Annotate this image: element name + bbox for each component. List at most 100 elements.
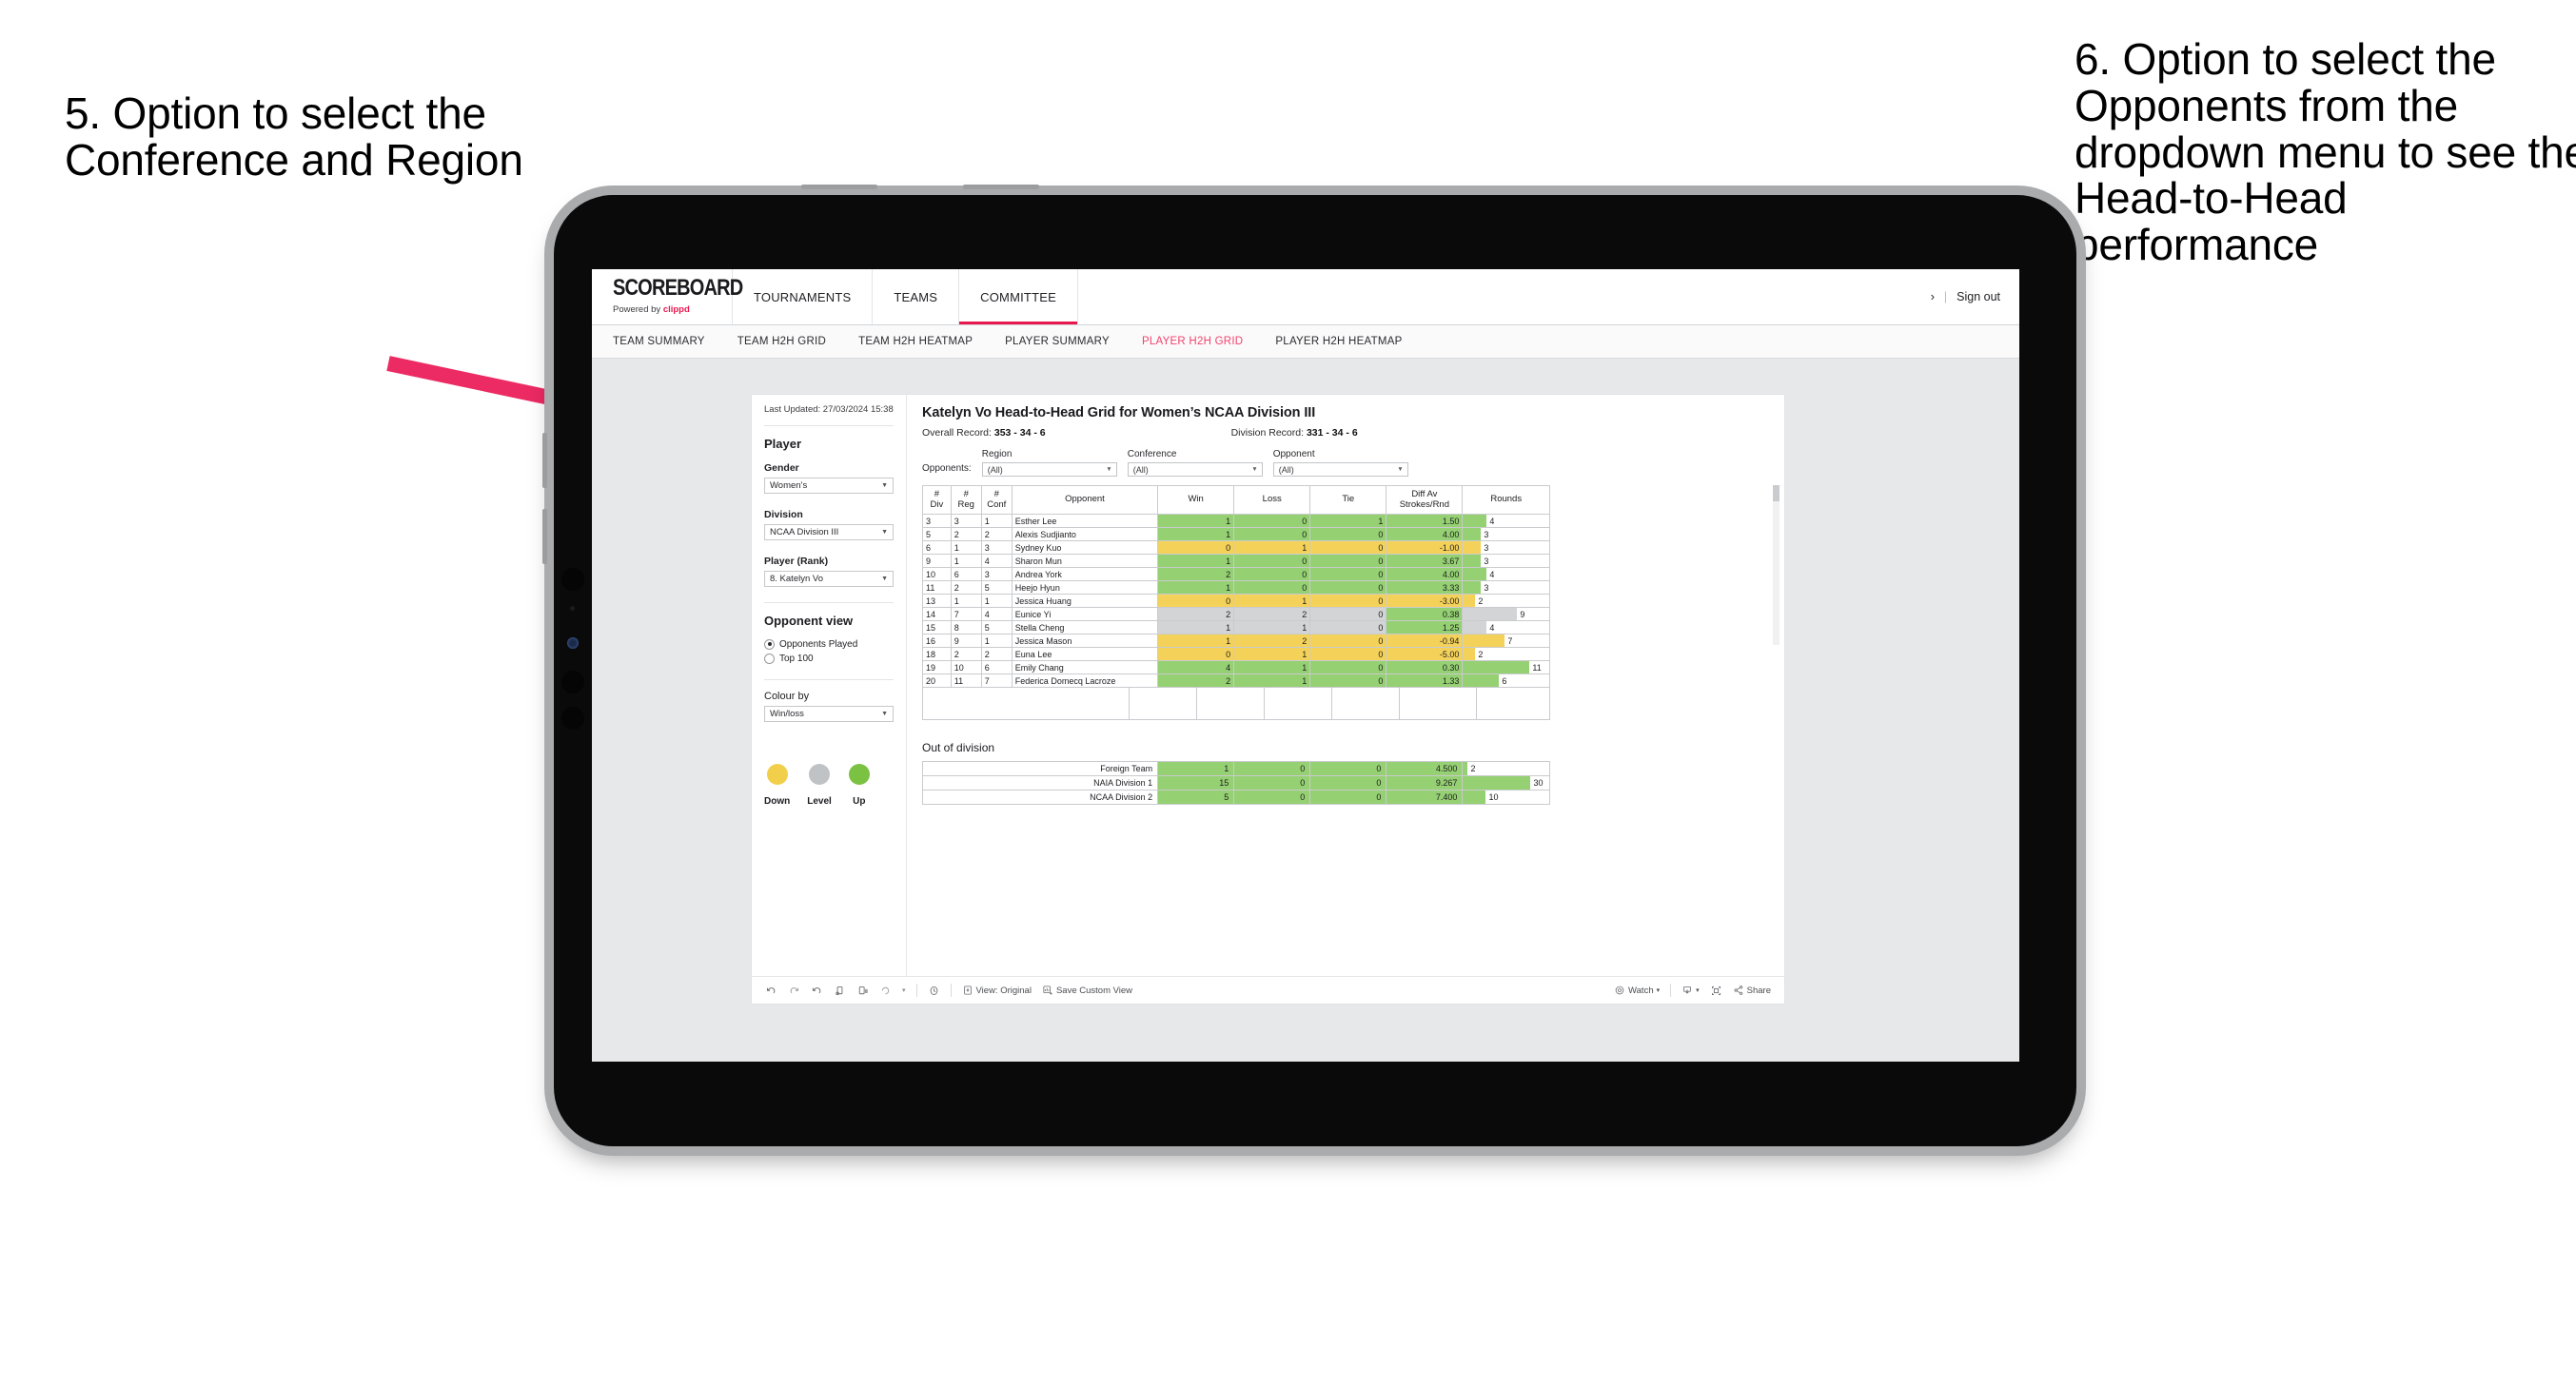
conference-dropdown[interactable]: (All) ▼: [1127, 462, 1263, 477]
table-row[interactable]: 10 6 3 Andrea York 2 0 0 4.00 4: [922, 567, 1550, 581]
history-icon[interactable]: [928, 985, 940, 997]
cell-loss: 0: [1233, 514, 1311, 528]
tab-player-h2h-heatmap[interactable]: PLAYER H2H HEATMAP: [1275, 336, 1402, 347]
ood-cell-tie: 0: [1309, 761, 1387, 776]
radio-opponents-played[interactable]: Opponents Played: [764, 638, 894, 650]
radio-opponents-played-label: Opponents Played: [779, 638, 858, 650]
grid-scrollbar-thumb[interactable]: [1773, 485, 1780, 501]
legend-label-level: Level: [807, 795, 832, 807]
cell-loss: 0: [1233, 580, 1311, 595]
chevron-down-icon: ▼: [1251, 466, 1258, 473]
grid-empty-cell: [974, 688, 1001, 719]
chevron-right-icon[interactable]: ›: [1931, 290, 1935, 303]
radio-top-100[interactable]: Top 100: [764, 653, 894, 664]
col-reg[interactable]: # Reg: [950, 485, 982, 515]
out-of-division-row[interactable]: Foreign Team 1 0 0 4.500 2: [921, 761, 1550, 776]
rounds-value: 11: [1532, 662, 1542, 673]
undo-icon[interactable]: [765, 985, 777, 997]
cell-reg: 8: [950, 620, 982, 634]
table-row[interactable]: 16 9 1 Jessica Mason 1 2 0 -0.94 7: [922, 634, 1550, 648]
tab-team-h2h-grid[interactable]: TEAM H2H GRID: [737, 336, 826, 347]
col-div[interactable]: # Div: [922, 485, 952, 515]
cell-opponent: Andrea York: [1011, 567, 1159, 581]
cell-rounds: 4: [1462, 514, 1550, 528]
tab-player-summary[interactable]: PLAYER SUMMARY: [1005, 336, 1110, 347]
division-select[interactable]: NCAA Division III ▼: [764, 523, 894, 540]
radio-off-icon: [764, 653, 775, 664]
cell-diff: 4.00: [1386, 567, 1464, 581]
nav-committee[interactable]: COMMITTEE: [959, 269, 1078, 324]
col-win[interactable]: Win: [1157, 485, 1235, 515]
cell-reg: 1: [950, 594, 982, 608]
table-row[interactable]: 3 3 1 Esther Lee 1 0 1 1.50 4: [922, 514, 1550, 528]
col-rounds[interactable]: Rounds: [1462, 485, 1550, 515]
player-rank-select[interactable]: 8. Katelyn Vo ▼: [764, 570, 894, 587]
table-row[interactable]: 14 7 4 Eunice Yi 2 2 0 0.38 9: [922, 607, 1550, 621]
download-button[interactable]: ▾: [1681, 985, 1700, 996]
pause-auto-update-icon[interactable]: [856, 985, 869, 997]
rounds-bar: [1463, 541, 1482, 554]
table-row[interactable]: 15 8 5 Stella Cheng 1 1 0 1.25 4: [922, 620, 1550, 634]
region-label: Region: [981, 449, 1013, 459]
cell-opponent: Jessica Mason: [1011, 634, 1159, 648]
colour-by-select[interactable]: Win/loss ▼: [764, 705, 894, 722]
rounds-value: 7: [1507, 635, 1513, 646]
tablet-volume-up-button[interactable]: [542, 433, 547, 488]
col-diff-av[interactable]: Diff Av Strokes/Rnd: [1386, 485, 1464, 515]
redo-icon[interactable]: [788, 985, 800, 997]
refresh-data-icon[interactable]: [834, 985, 846, 997]
pause-icon[interactable]: [879, 985, 892, 997]
tab-player-h2h-grid[interactable]: PLAYER H2H GRID: [1142, 336, 1243, 347]
tablet-volume-down-button[interactable]: [542, 509, 547, 564]
annotation-5-text: 5. Option to select the Conference and R…: [65, 88, 523, 185]
grid-scrollbar-track[interactable]: [1773, 485, 1780, 645]
col-loss[interactable]: Loss: [1233, 485, 1311, 515]
colour-by-value: Win/loss: [770, 708, 804, 719]
sign-out-link[interactable]: Sign out: [1957, 290, 2000, 303]
chevron-down-icon: ▼: [881, 575, 888, 582]
table-row[interactable]: 6 1 3 Sydney Kuo 0 1 0 -1.00 3: [922, 540, 1550, 555]
nav-tournaments[interactable]: TOURNAMENTS: [733, 269, 874, 324]
rounds-value: 3: [1484, 542, 1489, 553]
col-conf[interactable]: # Conf: [980, 485, 1013, 515]
rounds-value: 9: [1520, 609, 1525, 619]
region-dropdown[interactable]: (All) ▼: [981, 462, 1117, 477]
share-button[interactable]: Share: [1733, 985, 1771, 996]
table-row[interactable]: 18 2 2 Euna Lee 0 1 0 -5.00 2: [922, 647, 1550, 661]
opponent-dropdown[interactable]: (All) ▼: [1272, 462, 1408, 477]
fullscreen-icon[interactable]: [1710, 985, 1722, 997]
save-custom-view-button[interactable]: Save Custom View: [1042, 985, 1132, 996]
cell-loss: 1: [1233, 660, 1311, 674]
cell-diff: 0.38: [1386, 607, 1464, 621]
gender-select[interactable]: Women’s ▼: [764, 477, 894, 494]
view-original-button[interactable]: View: Original: [962, 985, 1032, 996]
col-tie[interactable]: Tie: [1309, 485, 1387, 515]
rounds-bar: [1463, 634, 1505, 647]
rounds-bar: [1463, 515, 1487, 527]
grid-empty-cell: [1001, 688, 1130, 719]
out-of-division-row[interactable]: NCAA Division 2 5 0 0 7.400 10: [921, 790, 1550, 805]
cell-win: 0: [1157, 594, 1235, 608]
out-of-division-row[interactable]: NAIA Division 1 15 0 0 9.267 30: [921, 775, 1550, 791]
cell-rounds: 2: [1462, 647, 1550, 661]
table-row[interactable]: 9 1 4 Sharon Mun 1 0 0 3.67 3: [922, 554, 1550, 568]
grid-header-row: # Div # Reg # Conf Opponent Win Loss Tie Di…: [922, 485, 1550, 515]
table-row[interactable]: 20 11 7 Federica Domecq Lacroze 2 1 0 1.33 6: [922, 673, 1550, 688]
nav-teams[interactable]: TEAMS: [873, 269, 960, 324]
tab-team-summary[interactable]: TEAM SUMMARY: [613, 336, 705, 347]
legend-dot-level: [809, 763, 830, 785]
chevron-down-icon[interactable]: ▾: [902, 986, 906, 994]
watch-button[interactable]: Watch ▾: [1614, 985, 1660, 996]
table-row[interactable]: 5 2 2 Alexis Sudjianto 1 0 0 4.00 3: [922, 527, 1550, 541]
tab-team-h2h-heatmap[interactable]: TEAM H2H HEATMAP: [858, 336, 973, 347]
ood-cell-win: 5: [1157, 790, 1235, 805]
out-of-division-title: Out of division: [922, 741, 995, 754]
ood-cell-name: NCAA Division 2: [921, 790, 1159, 805]
revert-icon[interactable]: [811, 985, 823, 997]
table-row[interactable]: 11 2 5 Heejo Hyun 1 0 0 3.33 3: [922, 580, 1550, 595]
division-record-label: Division Record:: [1230, 427, 1305, 439]
brand-logo[interactable]: SCOREBOARD Powered by clippd: [592, 269, 743, 324]
table-row[interactable]: 13 1 1 Jessica Huang 0 1 0 -3.00 2: [922, 594, 1550, 608]
table-row[interactable]: 19 10 6 Emily Chang 4 1 0 0.30 11: [922, 660, 1550, 674]
col-opponent[interactable]: Opponent: [1011, 485, 1159, 515]
